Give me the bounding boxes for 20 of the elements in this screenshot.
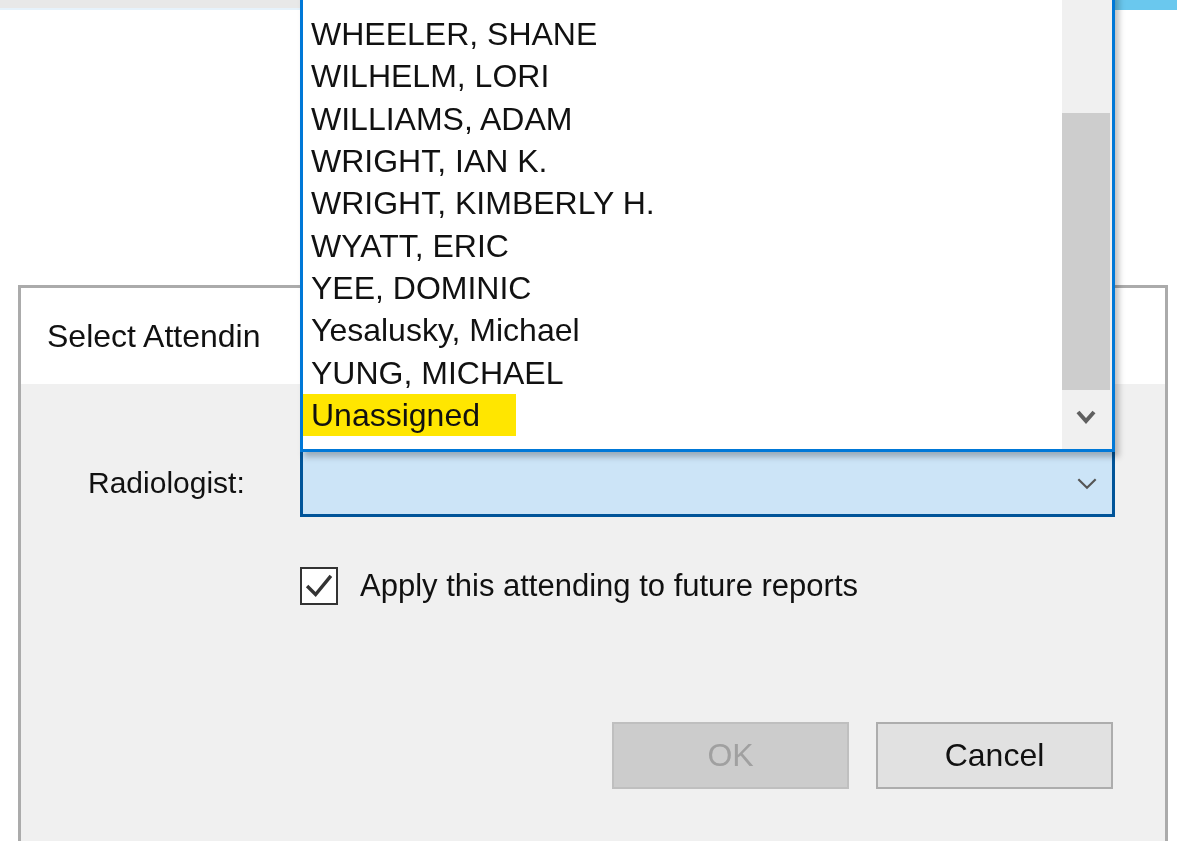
- scrollbar-thumb[interactable]: [1062, 113, 1110, 390]
- window-title: Select Attendin: [47, 317, 261, 355]
- list-item[interactable]: WHEELER, SHANE: [303, 13, 606, 56]
- chevron-down-icon[interactable]: [1076, 410, 1096, 424]
- list-item[interactable]: WILLIAMS, ADAM: [303, 97, 581, 140]
- list-item[interactable]: YUNG, MICHAEL: [303, 351, 572, 394]
- checkbox-label: Apply this attending to future reports: [360, 568, 858, 604]
- list-item[interactable]: WILHELM, LORI: [303, 55, 558, 98]
- chevron-down-icon: [1076, 476, 1098, 490]
- list-item[interactable]: WYATT, ERIC: [303, 224, 517, 267]
- list-item[interactable]: Unassigned: [303, 393, 516, 436]
- cancel-button[interactable]: Cancel: [876, 722, 1113, 789]
- scrollbar[interactable]: [1062, 0, 1112, 449]
- list-item[interactable]: YEE, DOMINIC: [303, 266, 540, 309]
- list-item[interactable]: WRIGHT, IAN K.: [303, 140, 556, 183]
- list-item[interactable]: Yesalusky, Michael: [303, 309, 588, 352]
- list-item[interactable]: WRIGHT, KIMBERLY H.: [303, 182, 663, 225]
- radiologist-label: Radiologist:: [87, 466, 246, 500]
- radiologist-dropdown[interactable]: [300, 449, 1115, 517]
- checkbox[interactable]: [300, 567, 338, 605]
